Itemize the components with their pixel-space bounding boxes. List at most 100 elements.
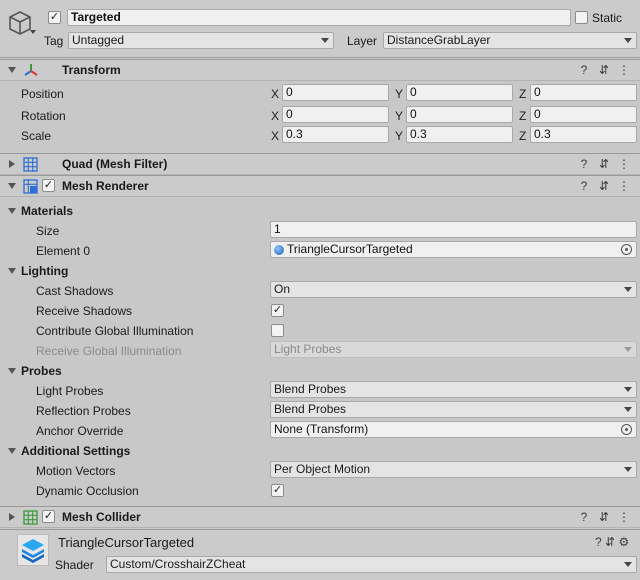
presets-icon[interactable]: ⇵ (594, 63, 614, 77)
tag-label: Tag (44, 34, 64, 48)
mesh-renderer-header[interactable]: ✓ Mesh Renderer ? ⇵ ⋮ (0, 175, 640, 197)
foldout-collapsed-icon[interactable] (9, 160, 15, 168)
layer-dropdown[interactable]: DistanceGrabLayer (383, 32, 637, 49)
presets-icon[interactable]: ⇵ (594, 179, 614, 193)
object-picker-icon[interactable] (621, 244, 632, 255)
element0-label: Element 0 (36, 244, 91, 258)
position-z-field[interactable]: 0 (530, 84, 637, 101)
mesh-filter-icon (23, 157, 38, 172)
foldout-expanded-icon[interactable] (8, 448, 16, 454)
check-icon: ✓ (43, 179, 54, 191)
chevron-down-icon (624, 467, 632, 472)
rotation-x-field[interactable]: 0 (282, 106, 389, 123)
dynamic-occlusion-checkbox[interactable]: ✓ (271, 484, 284, 497)
shader-dropdown[interactable]: Custom/CrosshairZCheat (106, 556, 637, 573)
static-label: Static (592, 11, 623, 25)
reflection-probes-value: Blend Probes (274, 402, 347, 416)
presets-icon[interactable]: ⇵ (594, 157, 614, 171)
foldout-expanded-icon[interactable] (8, 67, 16, 73)
context-menu-icon[interactable]: ⋮ (614, 157, 634, 171)
material-name: TriangleCursorTargeted (58, 535, 195, 550)
motion-vectors-value: Per Object Motion (274, 462, 371, 476)
chevron-down-icon (624, 38, 632, 43)
gameobject-active-checkbox[interactable]: ✓ (48, 11, 61, 24)
mesh-filter-header[interactable]: Quad (Mesh Filter) ? ⇵ ⋮ (0, 153, 640, 175)
tag-value: Untagged (72, 33, 125, 47)
chevron-down-icon (321, 38, 329, 43)
scale-y-label[interactable]: Y (395, 129, 403, 143)
help-icon[interactable]: ? (574, 157, 594, 171)
element0-object-field[interactable]: TriangleCursorTargeted (270, 241, 637, 258)
settings-icon[interactable]: ⚙ (618, 535, 629, 549)
context-menu-icon[interactable]: ⋮ (614, 63, 634, 77)
cast-shadows-dropdown[interactable]: On (270, 281, 637, 298)
rotation-y-field[interactable]: 0 (406, 106, 513, 123)
help-icon[interactable]: ? (574, 510, 594, 524)
icon-dropdown-arrow-icon[interactable] (30, 30, 36, 34)
foldout-expanded-icon[interactable] (8, 208, 16, 214)
mesh-renderer-icon (23, 179, 38, 194)
transform-header[interactable]: Transform ? ⇵ ⋮ (0, 59, 640, 81)
receive-shadows-checkbox[interactable]: ✓ (271, 304, 284, 317)
mesh-collider-enabled-checkbox[interactable]: ✓ (42, 510, 55, 523)
probes-foldout-label[interactable]: Probes (21, 364, 62, 378)
mesh-collider-header[interactable]: ✓ Mesh Collider ? ⇵ ⋮ (0, 506, 640, 528)
size-field[interactable]: 1 (270, 221, 637, 238)
scale-y-field[interactable]: 0.3 (406, 126, 513, 143)
chevron-down-icon (624, 562, 632, 567)
scale-x-field[interactable]: 0.3 (282, 126, 389, 143)
reflection-probes-dropdown[interactable]: Blend Probes (270, 401, 637, 418)
receive-gi-dropdown: Light Probes (270, 341, 637, 358)
light-probes-value: Blend Probes (274, 382, 347, 396)
lighting-foldout-label[interactable]: Lighting (21, 264, 68, 278)
help-icon[interactable]: ? (595, 535, 602, 549)
object-picker-icon[interactable] (621, 424, 632, 435)
help-icon[interactable]: ? (574, 63, 594, 77)
light-probes-label: Light Probes (36, 384, 104, 398)
foldout-expanded-icon[interactable] (8, 183, 16, 189)
foldout-collapsed-icon[interactable] (9, 513, 15, 521)
motion-vectors-dropdown[interactable]: Per Object Motion (270, 461, 637, 478)
check-icon: ✓ (49, 11, 60, 23)
shader-label: Shader (55, 558, 94, 572)
position-x-label[interactable]: X (271, 87, 279, 101)
presets-icon[interactable]: ⇵ (605, 535, 615, 549)
rotation-y-label[interactable]: Y (395, 109, 403, 123)
layer-value: DistanceGrabLayer (387, 33, 491, 47)
reflection-probes-label: Reflection Probes (36, 404, 131, 418)
anchor-override-object-field[interactable]: None (Transform) (270, 421, 637, 438)
foldout-expanded-icon[interactable] (8, 268, 16, 274)
position-y-label[interactable]: Y (395, 87, 403, 101)
component-header-icons: ? ⇵ ⋮ (574, 157, 634, 171)
scale-x-label[interactable]: X (271, 129, 279, 143)
light-probes-dropdown[interactable]: Blend Probes (270, 381, 637, 398)
context-menu-icon[interactable]: ⋮ (614, 179, 634, 193)
mesh-renderer-enabled-checkbox[interactable]: ✓ (42, 179, 55, 192)
position-y-field[interactable]: 0 (406, 84, 513, 101)
tag-dropdown[interactable]: Untagged (68, 32, 334, 49)
help-icon[interactable]: ? (574, 179, 594, 193)
position-z-label[interactable]: Z (519, 87, 526, 101)
foldout-expanded-icon[interactable] (8, 368, 16, 374)
rotation-z-field[interactable]: 0 (530, 106, 637, 123)
component-header-icons: ? ⇵ ⋮ (574, 179, 634, 193)
anchor-override-value: None (Transform) (274, 422, 369, 436)
materials-foldout-label[interactable]: Materials (21, 204, 73, 218)
chevron-down-icon (624, 407, 632, 412)
cast-shadows-value: On (274, 282, 291, 296)
receive-gi-value: Light Probes (274, 342, 342, 356)
scale-z-field[interactable]: 0.3 (530, 126, 637, 143)
static-checkbox[interactable] (575, 11, 588, 24)
position-x-field[interactable]: 0 (282, 84, 389, 101)
rotation-x-label[interactable]: X (271, 109, 279, 123)
contribute-gi-label: Contribute Global Illumination (36, 324, 194, 338)
additional-settings-foldout-label[interactable]: Additional Settings (21, 444, 130, 458)
anchor-override-label: Anchor Override (36, 424, 124, 438)
contribute-gi-checkbox[interactable] (271, 324, 284, 337)
size-label: Size (36, 224, 60, 238)
context-menu-icon[interactable]: ⋮ (614, 510, 634, 524)
gameobject-name-field[interactable]: Targeted (67, 9, 571, 26)
presets-icon[interactable]: ⇵ (594, 510, 614, 524)
rotation-z-label[interactable]: Z (519, 109, 526, 123)
scale-z-label[interactable]: Z (519, 129, 526, 143)
